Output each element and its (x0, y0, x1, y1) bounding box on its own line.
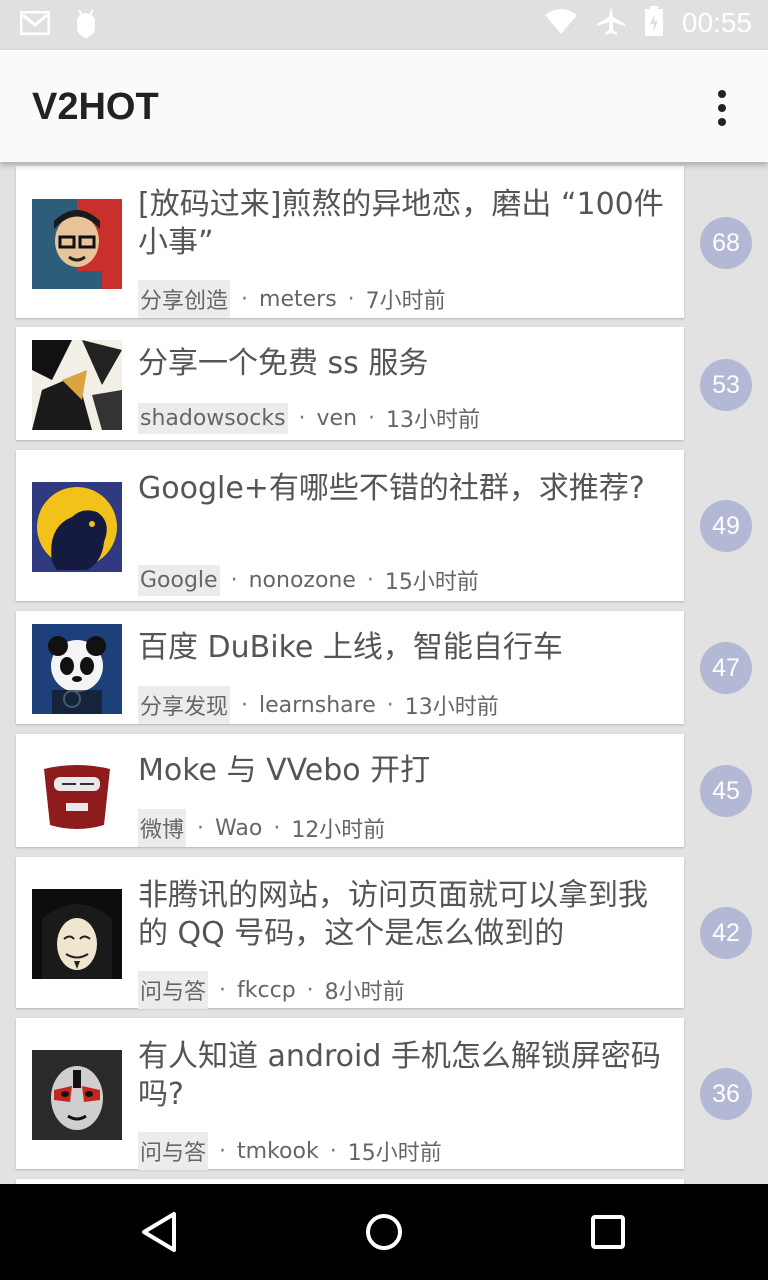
separator-dot: · (241, 692, 249, 718)
post-time: 7小时前 (365, 289, 446, 314)
author-name[interactable]: fkccp (237, 978, 296, 1003)
avatar (32, 624, 122, 714)
app-title: V2HOT (32, 86, 159, 128)
post-time: 15小时前 (347, 1141, 442, 1166)
topic-meta: 问与答 · tmkook · 15小时前 (138, 1132, 442, 1170)
post-time: 13小时前 (404, 695, 499, 720)
android-debug-icon (74, 8, 98, 42)
overflow-menu-icon[interactable] (710, 88, 734, 128)
separator-dot: · (273, 815, 281, 841)
post-time: 8小时前 (324, 980, 405, 1005)
topic-card[interactable]: 有人知道 android 手机怎么解锁屏密码吗? 问与答 · tmkook · … (16, 1018, 684, 1170)
topic-card[interactable]: [放码过来]煎熬的异地恋，磨出 “100件小事” 分享创造 · meters ·… (16, 166, 684, 318)
author-name[interactable]: nonozone (249, 568, 356, 593)
battery-icon (644, 6, 664, 40)
reply-count-badge: 36 (700, 1068, 752, 1120)
airplane-icon (596, 6, 626, 40)
author-name[interactable]: tmkook (237, 1139, 319, 1164)
navigation-bar (0, 1184, 768, 1280)
separator-dot: · (219, 977, 227, 1003)
avatar (32, 889, 122, 979)
node-tag[interactable]: 问与答 (138, 1132, 209, 1170)
gmail-icon (19, 10, 51, 39)
post-time: 15小时前 (384, 570, 479, 595)
avatar (32, 199, 122, 289)
separator-dot: · (298, 405, 306, 431)
node-tag[interactable]: 问与答 (138, 971, 209, 1009)
post-time: 12小时前 (291, 818, 386, 843)
separator-dot: · (219, 1138, 227, 1164)
topic-card[interactable]: 非腾讯的网站，访问页面就可以拿到我的 QQ 号码，这个是怎么做到的 问与答 · … (16, 857, 684, 1009)
reply-count-badge: 49 (700, 500, 752, 552)
node-tag[interactable]: shadowsocks (138, 402, 288, 434)
post-time: 13小时前 (386, 408, 481, 433)
node-tag[interactable]: 分享发现 (138, 686, 231, 724)
avatar (32, 340, 122, 430)
avatar (32, 747, 122, 837)
separator-dot: · (306, 977, 314, 1003)
reply-count-badge: 68 (700, 217, 752, 269)
topic-title[interactable]: Moke 与 VVebo 开打 (138, 752, 664, 790)
wifi-icon (544, 8, 578, 38)
author-name[interactable]: meters (259, 287, 337, 312)
avatar (32, 1050, 122, 1140)
separator-dot: · (197, 815, 205, 841)
topic-meta: 分享创造 · meters · 7小时前 (138, 280, 446, 318)
reply-count-badge: 42 (700, 907, 752, 959)
author-name[interactable]: learnshare (259, 693, 376, 718)
topic-title[interactable]: 百度 DuBike 上线，智能自行车 (138, 629, 664, 667)
node-tag[interactable]: 分享创造 (138, 280, 231, 318)
topic-title[interactable]: 有人知道 android 手机怎么解锁屏密码吗? (138, 1038, 664, 1114)
topic-meta: 微博 · Wao · 12小时前 (138, 809, 385, 847)
separator-dot: · (386, 692, 394, 718)
topic-title[interactable]: Google+有哪些不错的社群，求推荐? (138, 470, 664, 508)
topic-title[interactable]: 非腾讯的网站，访问页面就可以拿到我的 QQ 号码，这个是怎么做到的 (138, 877, 664, 953)
topic-card[interactable]: Google+有哪些不错的社群，求推荐? Google · nonozone ·… (16, 450, 684, 601)
recents-icon[interactable] (584, 1208, 632, 1256)
status-time: 00:55 (681, 7, 752, 38)
reply-count-badge: 47 (700, 642, 752, 694)
node-tag[interactable]: Google (138, 564, 220, 596)
separator-dot: · (368, 405, 376, 431)
topic-meta: 分享发现 · learnshare · 13小时前 (138, 686, 499, 724)
separator-dot: · (329, 1138, 337, 1164)
topic-meta: Google · nonozone · 15小时前 (138, 564, 479, 596)
avatar (32, 482, 122, 572)
app-bar: V2HOT (0, 50, 768, 162)
separator-dot: · (241, 286, 249, 312)
back-icon[interactable] (136, 1208, 184, 1256)
topic-title[interactable]: 分享一个免费 ss 服务 (138, 345, 664, 383)
reply-count-badge: 45 (700, 765, 752, 817)
separator-dot: · (230, 567, 238, 593)
topic-meta: shadowsocks · ven · 13小时前 (138, 402, 480, 434)
separator-dot: · (366, 567, 374, 593)
status-bar: 00:55 (0, 0, 768, 50)
topic-title[interactable]: [放码过来]煎熬的异地恋，磨出 “100件小事” (138, 186, 664, 262)
home-icon[interactable] (360, 1208, 408, 1256)
author-name[interactable]: ven (317, 406, 358, 431)
node-tag[interactable]: 微博 (138, 809, 187, 847)
topic-meta: 问与答 · fkccp · 8小时前 (138, 971, 405, 1009)
topic-card[interactable]: Moke 与 VVebo 开打 微博 · Wao · 12小时前 (16, 734, 684, 847)
author-name[interactable]: Wao (215, 816, 262, 841)
topic-card[interactable]: 百度 DuBike 上线，智能自行车 分享发现 · learnshare · 1… (16, 611, 684, 724)
reply-count-badge: 53 (700, 359, 752, 411)
topic-card[interactable]: 分享一个免费 ss 服务 shadowsocks · ven · 13小时前 (16, 327, 684, 440)
topic-list: [放码过来]煎熬的异地恋，磨出 “100件小事” 分享创造 · meters ·… (0, 162, 768, 1184)
separator-dot: · (347, 286, 355, 312)
